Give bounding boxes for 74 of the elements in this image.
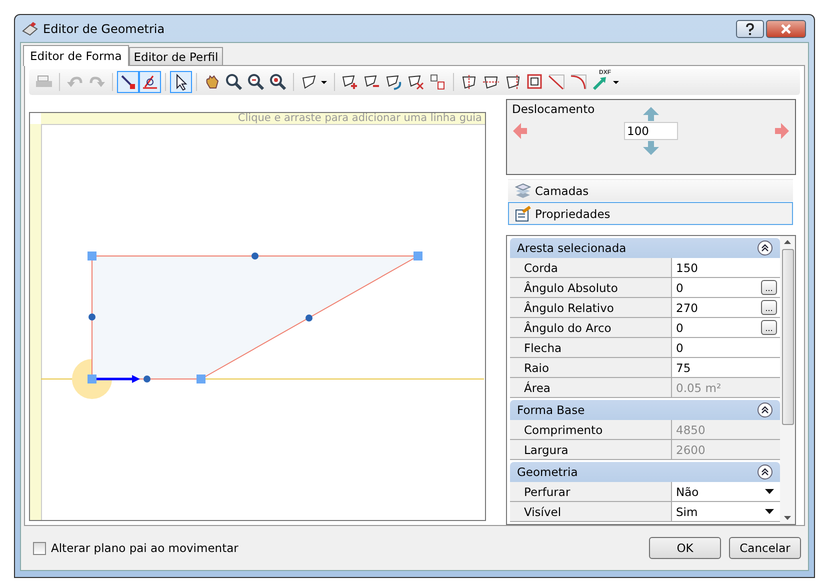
- section-header[interactable]: Aresta selecionada: [510, 238, 780, 258]
- tab[interactable]: Editor de Forma: [23, 45, 129, 66]
- ellipsis-button[interactable]: ...: [761, 280, 777, 295]
- help-button[interactable]: [736, 20, 764, 38]
- ok-button[interactable]: OK: [649, 537, 721, 559]
- property-field[interactable]: Sim: [672, 502, 780, 521]
- offset-input[interactable]: 100: [624, 122, 678, 140]
- panel-button[interactable]: Camadas: [508, 179, 793, 202]
- delete-edge-icon: [407, 73, 425, 91]
- checkbox-label: Alterar plano pai ao movimentar: [51, 541, 238, 555]
- ellipsis-button[interactable]: ...: [761, 300, 777, 315]
- caret-icon[interactable]: [613, 80, 619, 84]
- snap-icon: [119, 73, 137, 91]
- scroll-down-icon[interactable]: [784, 516, 791, 520]
- midpoint-handle[interactable]: [306, 314, 312, 322]
- add-node-icon: [341, 73, 359, 91]
- dropdown-caret-icon[interactable]: [765, 489, 774, 494]
- midpoint-handle[interactable]: [252, 252, 258, 260]
- toolbar-button[interactable]: [245, 71, 267, 93]
- toolbar-button[interactable]: [267, 71, 289, 93]
- cut-corner-icon: [460, 73, 478, 91]
- midpoint-handle[interactable]: [144, 376, 150, 382]
- zoom-icon: [225, 73, 243, 91]
- guide-hint: Clique e arraste para adicionar uma linha guia: [238, 113, 483, 124]
- offset-title: Deslocamento: [512, 102, 595, 116]
- offset-icon: [526, 73, 544, 91]
- caret-icon[interactable]: [321, 80, 327, 84]
- scroll-thumb[interactable]: [782, 249, 794, 425]
- chamfer-icon: [548, 73, 566, 91]
- scroll-up-icon[interactable]: [784, 240, 791, 244]
- properties-icon: [515, 206, 531, 222]
- toolbar-button[interactable]: [117, 71, 139, 93]
- close-button[interactable]: [766, 20, 806, 38]
- snap-line-icon: [141, 73, 159, 91]
- shape-icon: [300, 73, 318, 91]
- vertex-handle[interactable]: [88, 252, 96, 260]
- panel-button[interactable]: Propriedades: [508, 202, 793, 225]
- rotate-icon: [385, 73, 403, 91]
- resize-icon: [429, 73, 447, 91]
- scrollbar[interactable]: [780, 236, 795, 524]
- property-field[interactable]: 0: [672, 338, 780, 357]
- section-header[interactable]: Geometria: [510, 462, 780, 482]
- section-title: Aresta selecionada: [517, 241, 626, 255]
- property-field[interactable]: Não: [672, 482, 780, 501]
- ellipsis-button[interactable]: ...: [761, 320, 777, 335]
- collapse-icon[interactable]: [757, 240, 773, 256]
- property-field[interactable]: 270 ...: [672, 298, 780, 317]
- collapse-icon[interactable]: [757, 402, 773, 418]
- toolbar-button[interactable]: [170, 71, 192, 93]
- property-field[interactable]: 0 ...: [672, 278, 780, 297]
- vertex-handle[interactable]: [414, 252, 422, 260]
- tab[interactable]: Editor de Perfil: [128, 47, 224, 65]
- vertex-handle[interactable]: [88, 374, 96, 384]
- app-icon: [21, 20, 39, 36]
- collapse-icon[interactable]: [757, 464, 773, 480]
- layers-icon: [515, 182, 531, 198]
- property-field[interactable]: 75: [672, 358, 780, 377]
- toolbar-button[interactable]: [223, 71, 245, 93]
- toolbar-button[interactable]: [139, 71, 161, 93]
- midpoint-handle[interactable]: [88, 314, 96, 320]
- section-header[interactable]: Forma Base: [510, 400, 780, 420]
- section-title: Geometria: [517, 465, 578, 479]
- vertex-handle[interactable]: [196, 374, 206, 384]
- cancel-button[interactable]: Cancelar: [729, 537, 801, 559]
- checkbox[interactable]: [33, 542, 46, 554]
- property-field[interactable]: 0 ...: [672, 318, 780, 337]
- fillet-icon: [570, 73, 588, 91]
- close-icon: [780, 24, 792, 34]
- round-corner-icon: [504, 73, 522, 91]
- help-icon: [745, 22, 755, 34]
- property-field[interactable]: 150: [672, 258, 780, 277]
- dropdown-caret-icon[interactable]: [765, 509, 774, 514]
- window-title: Editor de Geometria: [43, 22, 166, 36]
- section-title: Forma Base: [517, 403, 585, 417]
